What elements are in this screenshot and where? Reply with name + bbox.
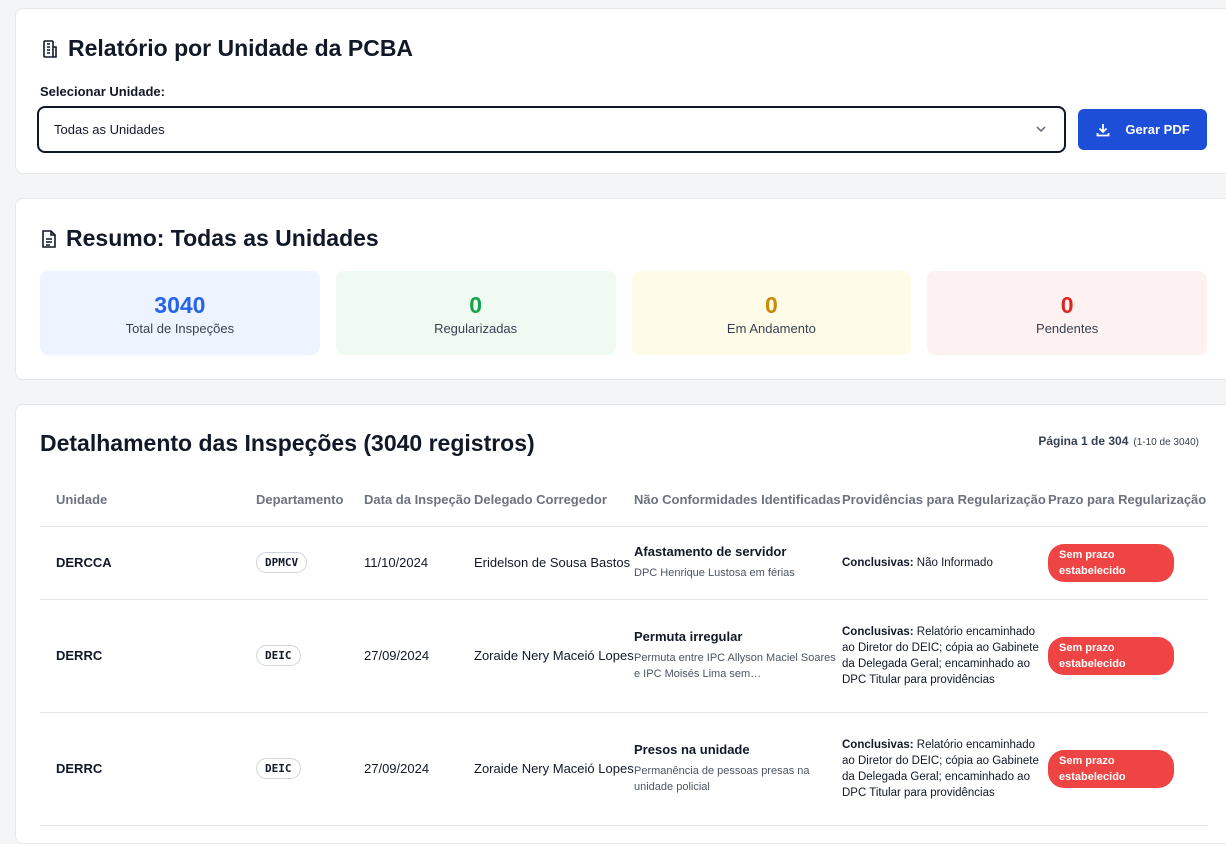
generate-pdf-button[interactable]: Gerar PDF	[1078, 109, 1207, 150]
details-card: Detalhamento das Inspeções (3040 registr…	[15, 404, 1226, 844]
col-header-nao-conformidades[interactable]: Não Conformidades Identificadas	[634, 475, 842, 527]
select-unit-label: Selecionar Unidade:	[40, 84, 165, 99]
report-title: Relatório por Unidade da PCBA	[40, 35, 413, 62]
nc-description: DPC Henrique Lustosa em férias	[634, 567, 795, 579]
prazo-badge: Sem prazo estabelecido	[1048, 636, 1174, 675]
cell-providencias: Conclusivas: Relatório encaminhado ao Di…	[842, 712, 1048, 826]
table-row[interactable]: DERRC DEIC 27/09/2024 Zoraide Nery Macei…	[40, 712, 1208, 826]
chevron-down-icon	[1036, 126, 1046, 133]
summary-stats: 3040 Total de Inspeções 0 Regularizadas …	[40, 271, 1207, 355]
department-badge: DEIC	[256, 645, 301, 666]
inspections-table: Unidade Departamento Data da Inspeção De…	[40, 475, 1208, 826]
cell-prazo: Sem prazo estabelecido	[1048, 526, 1208, 600]
summary-card: Resumo: Todas as Unidades 3040 Total de …	[15, 198, 1226, 380]
table-row[interactable]: DERRC DEIC 27/09/2024 Zoraide Nery Macei…	[40, 599, 1208, 713]
building-icon	[43, 39, 57, 58]
cell-nao-conformidades: Afastamento de servidor DPC Henrique Lus…	[634, 526, 842, 600]
prazo-badge: Sem prazo estabelecido	[1048, 543, 1174, 582]
nc-description: Permuta entre IPC Allyson Maciel Soares …	[634, 652, 836, 680]
cell-data: 27/09/2024	[364, 712, 474, 826]
cell-departamento: DPMCV	[240, 526, 364, 600]
cell-departamento: DEIC	[240, 712, 364, 826]
stat-in-progress-value: 0	[764, 291, 778, 318]
pagination-info: Página 1 de 304 (1-10 de 3040)	[1038, 434, 1199, 448]
providencias-label: Conclusivas:	[842, 738, 914, 751]
download-icon	[1096, 123, 1110, 136]
col-header-prazo[interactable]: Prazo para Regularização	[1048, 475, 1208, 527]
details-title: Detalhamento das Inspeções (3040 registr…	[40, 430, 535, 456]
cell-delegado: Zoraide Nery Maceió Lopes	[474, 712, 634, 826]
stat-in-progress-label: Em Andamento	[726, 320, 816, 336]
stat-pending-value: 0	[1060, 291, 1074, 318]
unit-select-value: Todas as Unidades	[54, 122, 165, 137]
stat-total-value: 3040	[154, 291, 206, 318]
col-header-unidade[interactable]: Unidade	[40, 475, 240, 527]
table-header-row: Unidade Departamento Data da Inspeção De…	[40, 475, 1208, 527]
providencias-label: Conclusivas:	[842, 625, 914, 638]
providencias-label: Conclusivas:	[842, 556, 914, 569]
cell-delegado: Eridelson de Sousa Bastos	[474, 526, 634, 600]
table-row[interactable]: DERCCA DPMCV 11/10/2024 Eridelson de Sou…	[40, 526, 1208, 600]
cell-data: 27/09/2024	[364, 599, 474, 713]
cell-data: 11/10/2024	[364, 526, 474, 600]
document-icon	[42, 229, 56, 248]
col-header-providencias[interactable]: Providências para Regularização	[842, 475, 1048, 527]
col-header-delegado[interactable]: Delegado Corregedor	[474, 475, 634, 527]
cell-nao-conformidades: Presos na unidade Permanência de pessoas…	[634, 712, 842, 826]
cell-prazo: Sem prazo estabelecido	[1048, 599, 1208, 713]
summary-title-text: Resumo: Todas as Unidades	[66, 225, 379, 251]
stat-in-progress: 0 Em Andamento	[631, 271, 912, 355]
prazo-badge: Sem prazo estabelecido	[1048, 749, 1174, 788]
col-header-data[interactable]: Data da Inspeção	[364, 475, 474, 527]
stat-regularized: 0 Regularizadas	[335, 271, 616, 355]
stat-pending-label: Pendentes	[1036, 320, 1099, 336]
generate-pdf-label: Gerar PDF	[1125, 122, 1190, 137]
page-range: (1-10 de 3040)	[1133, 437, 1199, 448]
cell-departamento: DEIC	[240, 599, 364, 713]
stat-regularized-value: 0	[469, 291, 483, 318]
department-badge: DEIC	[256, 758, 301, 779]
cell-delegado: Zoraide Nery Maceió Lopes	[474, 599, 634, 713]
cell-prazo: Sem prazo estabelecido	[1048, 712, 1208, 826]
cell-unidade: DERCCA	[40, 526, 240, 600]
page-number: Página 1 de 304	[1038, 434, 1129, 448]
stat-total: 3040 Total de Inspeções	[40, 271, 320, 355]
cell-nao-conformidades: Permuta irregular Permuta entre IPC Ally…	[634, 599, 842, 713]
cell-providencias: Conclusivas: Não Informado	[842, 526, 1048, 600]
stat-pending: 0 Pendentes	[927, 271, 1207, 355]
stat-regularized-label: Regularizadas	[434, 320, 518, 336]
unit-select[interactable]: Todas as Unidades	[37, 106, 1066, 153]
providencias-text: Não Informado	[916, 556, 993, 569]
nc-title: Permuta irregular	[634, 629, 743, 644]
unit-selector-card: Relatório por Unidade da PCBA Selecionar…	[15, 8, 1226, 174]
report-title-text: Relatório por Unidade da PCBA	[68, 35, 414, 61]
cell-unidade: DERRC	[40, 599, 240, 713]
nc-title: Presos na unidade	[634, 742, 750, 757]
cell-unidade: DERRC	[40, 712, 240, 826]
cell-providencias: Conclusivas: Relatório encaminhado ao Di…	[842, 599, 1048, 713]
col-header-departamento[interactable]: Departamento	[240, 475, 364, 527]
nc-title: Afastamento de servidor	[634, 544, 787, 559]
department-badge: DPMCV	[256, 552, 308, 573]
summary-title: Resumo: Todas as Unidades	[40, 225, 379, 252]
stat-total-label: Total de Inspeções	[125, 320, 235, 336]
nc-description: Permanência de pessoas presas na unidade…	[634, 765, 810, 793]
